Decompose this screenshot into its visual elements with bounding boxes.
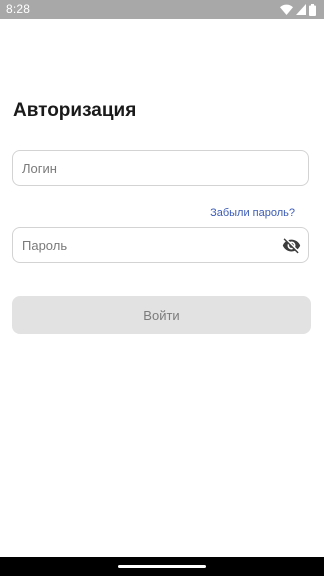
battery-icon xyxy=(309,3,316,16)
status-time: 8:28 xyxy=(6,2,31,16)
forgot-password-link[interactable]: Забыли пароль? xyxy=(210,207,295,219)
password-input[interactable] xyxy=(22,228,277,262)
home-indicator[interactable] xyxy=(118,565,206,568)
page-title: Авторизация xyxy=(13,100,137,121)
navigation-bar xyxy=(0,557,324,576)
wifi-icon xyxy=(280,4,293,15)
login-button[interactable]: Войти xyxy=(12,296,311,334)
login-field[interactable] xyxy=(12,150,309,186)
password-visibility-toggle[interactable] xyxy=(282,236,301,255)
status-icons xyxy=(280,3,316,16)
visibility-off-icon xyxy=(282,238,301,254)
password-field[interactable] xyxy=(12,227,309,263)
status-bar: 8:28 xyxy=(0,0,324,19)
signal-icon xyxy=(296,4,306,15)
login-input[interactable] xyxy=(22,151,277,185)
